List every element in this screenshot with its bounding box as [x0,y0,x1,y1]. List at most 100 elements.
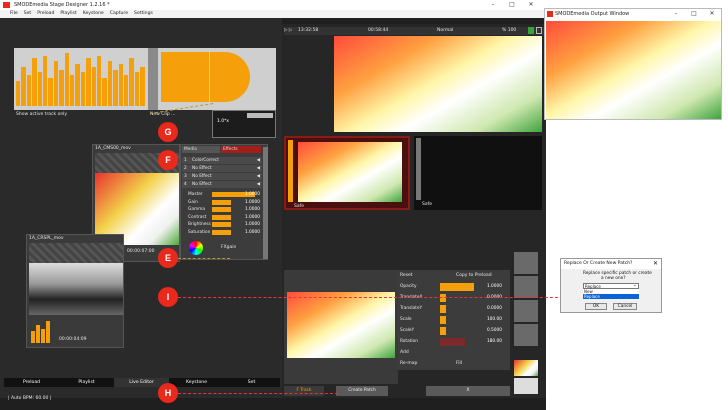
audio-bar [75,64,80,106]
bottom-tabbar: Preload Playlist Live Editor Keystone Set [4,378,280,387]
reset-button[interactable]: Reset [400,273,413,278]
transform-value: 180.00 [486,339,502,344]
chevron-down-icon: ⌄ [633,283,637,288]
audio-bar [59,69,64,106]
fullscreen-icon[interactable] [536,27,542,34]
param-name: Saturation [188,230,211,235]
output-close-icon[interactable]: ✕ [705,9,719,19]
transform-slider[interactable]: TranslateX 0.0000 [398,293,510,303]
marker-h: H [158,383,178,403]
remap-value[interactable]: Fill [456,361,462,366]
param-name: Brightness [188,222,211,228]
tab-keystone[interactable]: Keystone [169,378,224,387]
menu-set[interactable]: Set [24,10,32,18]
side-btn-3[interactable] [514,300,538,322]
transform-slider[interactable]: Scale 100.00 [398,315,510,325]
tab-playlist[interactable]: Playlist [59,378,114,387]
dialog-titlebar: Replace Or Create New Patch? ✕ [561,259,661,269]
audio-bar [43,55,48,106]
copy-to-preload-button[interactable]: Copy to Preload [456,273,492,278]
clip-window-2[interactable]: 1A_CRSPL_mov 00:00:04:09 [26,234,124,348]
dialog-cancel-button[interactable]: Cancel [613,303,637,310]
transform-slider[interactable]: Opacity 1.0000 [398,282,510,292]
effect-param-slider[interactable]: Brightness 1.0000 [182,221,262,228]
create-patch-button[interactable]: Create Patch [336,386,388,396]
level-slider[interactable] [148,48,158,110]
dialog-close-icon[interactable]: ✕ [653,260,658,267]
side-btn-1[interactable] [514,252,538,274]
green-toggle-icon[interactable] [528,27,534,34]
transform-name: Scale [400,317,412,322]
clip-preview-panel [158,48,276,110]
effect-param-slider[interactable]: Contrast 1.0000 [182,214,262,221]
transform-value: 0.5000 [486,328,502,333]
menu-preload[interactable]: Preload [37,10,54,18]
tab-preload[interactable]: Preload [4,378,59,387]
menu-file[interactable]: File [10,10,18,18]
marker-f: F [158,150,178,170]
cue-left-label: Safe [294,204,304,209]
side-swatch[interactable] [514,360,538,376]
side-btn-4[interactable] [514,324,538,346]
menu-settings[interactable]: Settings [134,10,153,18]
effect-param-slider[interactable]: Saturation 1.0000 [182,229,262,236]
preview-zoom[interactable]: % 100 [502,28,516,33]
output-maximize-icon[interactable]: □ [687,9,701,19]
delete-button[interactable]: X [426,386,510,396]
side-btn-5[interactable] [514,378,538,394]
transform-fill [440,294,447,302]
play-icon[interactable]: ▷ ▷ [284,28,292,33]
transform-slider[interactable]: Rotation 180.00 [398,337,510,347]
effects-scrollbar[interactable] [263,147,268,259]
transform-slider[interactable]: TranslateY 0.0000 [398,304,510,314]
audio-bar [16,80,21,106]
menu-keystone[interactable]: Keystone [83,10,104,18]
marker-e-connector [178,258,230,259]
cue-left-thumb [298,142,402,202]
cue-left[interactable]: Safe [284,136,410,210]
minimize-icon[interactable]: – [486,0,500,10]
effect-param-slider[interactable]: Gamma 1.0000 [182,206,262,213]
param-name: Gamma [188,207,205,213]
audio-bar [37,72,42,106]
add-label[interactable]: Add [400,350,409,355]
dialog-ok-button[interactable]: OK [585,303,607,310]
effect-slot-index: 1 [184,158,187,163]
dialog-option-replace[interactable]: Replace [583,294,639,299]
effect-param-slider[interactable]: Master 1.0000 [182,191,262,198]
tab-effects[interactable]: Effects [221,146,261,153]
menu-playlist[interactable]: Playlist [60,10,76,18]
zoom-popup-controls[interactable] [247,113,273,118]
cue-left-level [288,140,293,202]
app-title: SMODEmedia Stage Designer 1.2.16 * [14,2,110,8]
transform-slider[interactable]: ScaleY 0.5000 [398,326,510,336]
transform-value: 0.0000 [486,306,502,311]
color-wheel-icon[interactable] [189,241,203,255]
fx-footer: FXgain [221,245,237,250]
param-fill [212,214,232,220]
preview-mode[interactable]: Normal [437,28,453,33]
effect-slot[interactable]: 2 No Effect ◀ [182,165,262,172]
menu-capture[interactable]: Capture [110,10,128,18]
tab-set[interactable]: Set [224,378,279,387]
close-icon[interactable]: ✕ [524,0,538,10]
track-button[interactable]: F Track [284,386,324,396]
side-btn-2[interactable] [514,276,538,298]
cue-right[interactable]: Safe [414,136,542,210]
audio-bars [16,50,146,106]
audio-bar [21,66,26,106]
effect-slot[interactable]: 1 ColorCorrect ◀ [182,157,262,164]
effect-slot-name: ColorCorrect [192,158,219,163]
time-left: 13:32:58 [298,28,319,33]
show-active-track-label[interactable]: Show active track only [16,112,67,117]
effect-slot[interactable]: 4 No Effect ◀ [182,181,262,188]
audio-bar [91,66,96,106]
effect-slot[interactable]: 3 No Effect ◀ [182,173,262,180]
maximize-icon[interactable]: □ [505,0,519,10]
dialog-message-2: a new one? [601,276,626,281]
effect-param-slider[interactable]: Gain 1.0000 [182,199,262,206]
output-minimize-icon[interactable]: – [669,9,683,19]
param-value: 1.0000 [244,199,260,205]
param-value: 1.0000 [244,192,260,197]
tab-media[interactable]: Media [182,146,220,153]
